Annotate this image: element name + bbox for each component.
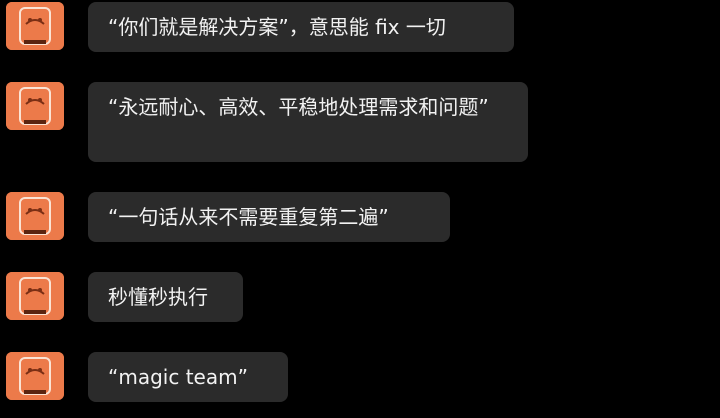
message-bubble[interactable]: 秒懂秒执行 xyxy=(88,272,243,322)
message-bubble[interactable]: “一句话从来不需要重复第二遍” xyxy=(88,192,450,242)
chat-area: “你们就是解决方案”，意思能 fix 一切 “永远耐心、高效、平稳地处理需求和问… xyxy=(0,0,720,418)
avatar-illustration-icon xyxy=(6,352,64,400)
message-bubble[interactable]: “magic team” xyxy=(88,352,288,402)
avatar-illustration-icon xyxy=(6,82,64,130)
sender-avatar[interactable] xyxy=(6,192,64,240)
avatar-illustration-icon xyxy=(6,272,64,320)
avatar-illustration-icon xyxy=(6,2,64,50)
message-bubble[interactable]: “永远耐心、高效、平稳地处理需求和问题” xyxy=(88,82,528,162)
sender-avatar[interactable] xyxy=(6,82,64,130)
sender-avatar[interactable] xyxy=(6,352,64,400)
message-bubble[interactable]: “你们就是解决方案”，意思能 fix 一切 xyxy=(88,2,514,52)
avatar-illustration-icon xyxy=(6,192,64,240)
sender-avatar[interactable] xyxy=(6,2,64,50)
sender-avatar[interactable] xyxy=(6,272,64,320)
